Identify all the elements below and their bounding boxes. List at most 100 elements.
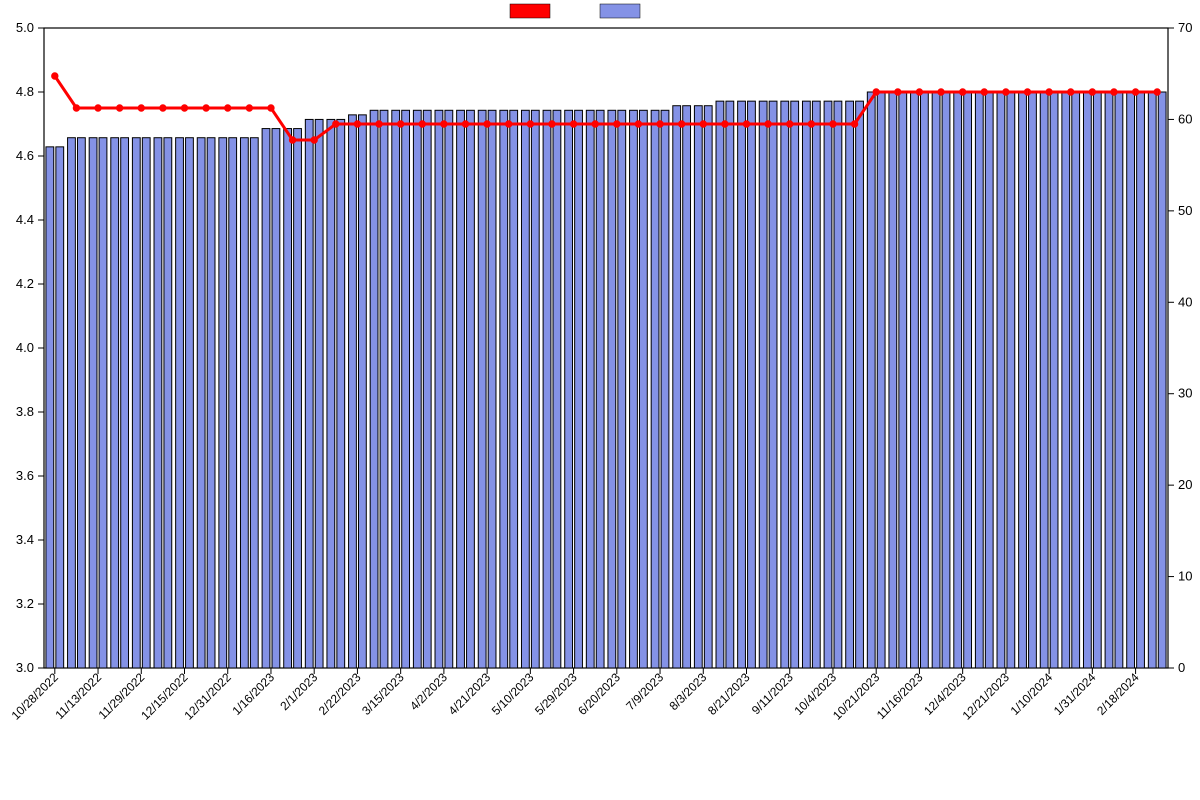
rating-marker (895, 89, 901, 95)
rating-marker (116, 105, 122, 111)
bar (738, 101, 746, 668)
bar (262, 129, 270, 668)
bar (89, 138, 97, 668)
bar (488, 110, 496, 668)
bar (467, 110, 475, 668)
rating-marker (1068, 89, 1074, 95)
bar (46, 147, 54, 668)
rating-marker (808, 121, 814, 127)
legend-swatch-blue (600, 4, 640, 18)
bar (1083, 92, 1091, 668)
rating-marker (52, 73, 58, 79)
rating-marker (743, 121, 749, 127)
bar (802, 101, 810, 668)
x-tick-label: 5/29/2023 (532, 670, 580, 718)
rating-marker (1111, 89, 1117, 95)
bar (716, 101, 724, 668)
left-tick-label: 3.0 (16, 660, 34, 675)
bar (1050, 92, 1058, 668)
bar (704, 106, 712, 668)
bar (358, 115, 366, 668)
left-y-axis: 3.03.23.43.63.84.04.24.44.64.85.0 (16, 20, 44, 675)
bar (899, 92, 907, 668)
rating-marker (225, 105, 231, 111)
bar (543, 110, 551, 668)
rating-marker (354, 121, 360, 127)
bar (370, 110, 378, 668)
bar (457, 110, 465, 668)
x-tick-label: 11/16/2023 (874, 670, 926, 722)
bar (997, 92, 1005, 668)
bar (877, 92, 885, 668)
bar (272, 129, 280, 668)
rating-marker (1154, 89, 1160, 95)
right-tick-label: 10 (1178, 569, 1192, 584)
rating-marker (1132, 89, 1138, 95)
bar (781, 101, 789, 668)
x-tick-label: 2/1/2023 (277, 670, 320, 713)
rating-marker (722, 121, 728, 127)
bar (207, 138, 215, 668)
bar (435, 110, 443, 668)
rating-marker (549, 121, 555, 127)
bar (553, 110, 561, 668)
rating-marker (484, 121, 490, 127)
right-tick-label: 70 (1178, 20, 1192, 35)
bar (478, 110, 486, 668)
bar (423, 110, 431, 668)
bar (920, 92, 928, 668)
bar (142, 138, 150, 668)
left-tick-label: 3.2 (16, 596, 34, 611)
bar (111, 138, 119, 668)
bar (186, 138, 194, 668)
bar (867, 92, 875, 668)
rating-marker (268, 105, 274, 111)
bar (99, 138, 107, 668)
right-tick-label: 40 (1178, 294, 1192, 309)
rating-marker (441, 121, 447, 127)
bar (349, 115, 357, 668)
bar (911, 92, 919, 668)
bar (392, 110, 400, 668)
bar (154, 138, 162, 668)
bar (834, 101, 842, 668)
bar (618, 110, 626, 668)
rating-marker (981, 89, 987, 95)
bar (932, 92, 940, 668)
bar (575, 110, 583, 668)
x-tick-label: 2/22/2023 (316, 670, 364, 718)
bar (284, 129, 292, 668)
bar (1072, 92, 1080, 668)
bar (197, 138, 205, 668)
bar (673, 106, 681, 668)
right-tick-label: 30 (1178, 386, 1192, 401)
x-tick-label: 5/10/2023 (489, 670, 537, 718)
rating-marker (592, 121, 598, 127)
bar (791, 101, 799, 668)
bar (1040, 92, 1048, 668)
rating-marker (873, 89, 879, 95)
bar (305, 119, 313, 668)
left-tick-label: 3.8 (16, 404, 34, 419)
x-tick-label: 8/3/2023 (666, 670, 709, 713)
bar (402, 110, 410, 668)
rating-marker (614, 121, 620, 127)
bar (1062, 92, 1070, 668)
x-tick-label: 3/15/2023 (359, 670, 407, 718)
left-tick-label: 5.0 (16, 20, 34, 35)
bar (889, 92, 897, 668)
left-tick-label: 4.2 (16, 276, 34, 291)
bar (380, 110, 388, 668)
left-tick-label: 3.6 (16, 468, 34, 483)
rating-marker (419, 121, 425, 127)
bar (651, 110, 659, 668)
bar (327, 119, 335, 668)
rating-marker (462, 121, 468, 127)
bar (1148, 92, 1156, 668)
bar (1029, 92, 1037, 668)
bar (294, 129, 302, 668)
bar (639, 110, 647, 668)
bar (856, 101, 864, 668)
bar (132, 138, 140, 668)
left-tick-label: 4.8 (16, 84, 34, 99)
